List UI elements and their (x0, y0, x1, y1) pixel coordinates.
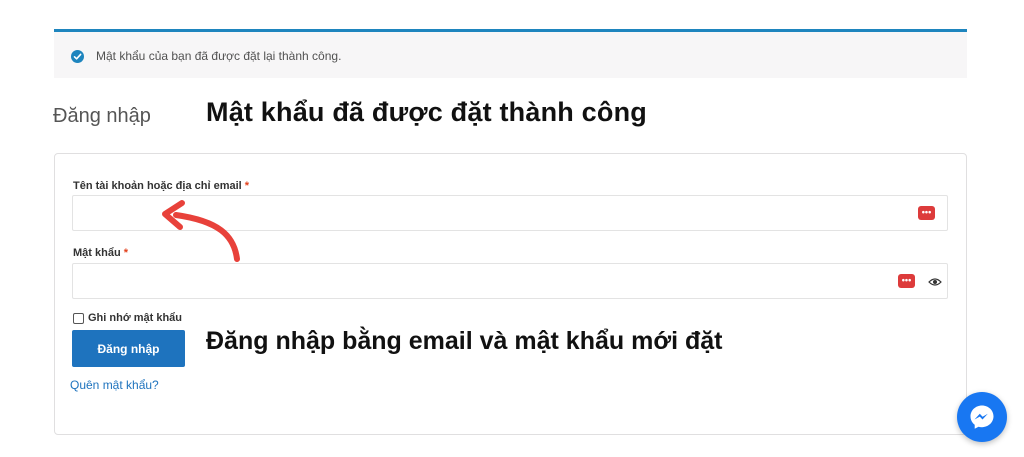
required-mark: * (123, 247, 129, 259)
lost-password-link[interactable]: Quên mật khẩu? (70, 378, 159, 392)
annotation-top: Mật khẩu đã được đặt thành công (206, 97, 647, 127)
login-heading: Đăng nhập (53, 105, 151, 127)
password-label-text: Mật khẩu (73, 247, 121, 259)
check-circle-icon (71, 50, 84, 63)
annotation-arrow-icon (162, 200, 240, 262)
login-button[interactable]: Đăng nhập (72, 330, 185, 367)
password-input[interactable]: ••• (72, 263, 948, 299)
notice-message: Mật khẩu của bạn đã được đặt lại thành c… (96, 49, 342, 63)
messenger-icon (970, 405, 994, 429)
success-notice: Mật khẩu của bạn đã được đặt lại thành c… (54, 29, 967, 78)
remember-checkbox[interactable] (73, 312, 84, 324)
password-manager-icon[interactable]: ••• (898, 274, 915, 288)
eye-icon[interactable] (928, 277, 942, 287)
annotation-bottom: Đăng nhập bằng email và mật khẩu mới đặt (206, 327, 723, 355)
messenger-chat-button[interactable] (957, 392, 1007, 442)
required-mark: * (244, 180, 250, 192)
remember-label: Ghi nhớ mật khẩu (88, 312, 182, 324)
remember-me[interactable]: Ghi nhớ mật khẩu (73, 312, 182, 324)
password-label: Mật khẩu * (73, 247, 128, 259)
username-label: Tên tài khoản hoặc địa chỉ email * (73, 180, 249, 192)
username-label-text: Tên tài khoản hoặc địa chỉ email (73, 180, 242, 192)
password-manager-icon[interactable]: ••• (918, 206, 935, 220)
